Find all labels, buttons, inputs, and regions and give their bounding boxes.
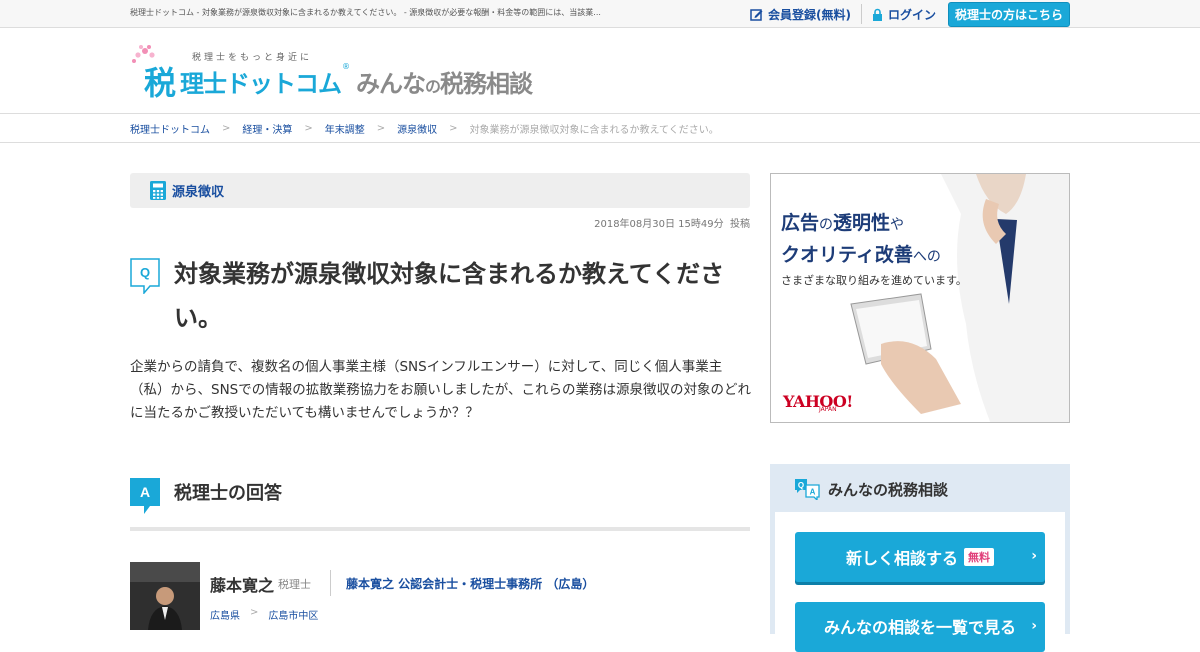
svg-text:A: A — [810, 488, 816, 497]
ad-text: や — [890, 217, 905, 233]
ad-text: の — [819, 217, 834, 233]
ad-headline-2: クオリティ改善への — [781, 240, 941, 267]
ad-headline-1: 広告の透明性や — [781, 208, 904, 235]
logo-subtitle: みんなの税務相談 — [356, 64, 533, 99]
yahoo-logo-sub: JAPAN — [819, 406, 837, 413]
question-badge: Q — [130, 258, 160, 296]
advisor-location: 広島県 > 広島市中区 — [210, 607, 318, 622]
consultation-box-title: みんなの税務相談 — [828, 480, 949, 499]
new-consultation-label: 新しく相談する — [845, 549, 958, 568]
view-consultations-button[interactable]: みんなの相談を一覧で見る › — [795, 602, 1045, 652]
breadcrumb-current: 対象業務が源泉徴収対象に含まれるか教えてください。 — [469, 124, 719, 136]
answer-badge-icon: A — [130, 478, 160, 514]
question-badge-icon: Q — [130, 258, 160, 296]
breadcrumb-item-withholding[interactable]: 源泉徴収 — [397, 121, 437, 136]
location-city-link[interactable]: 広島市中区 — [268, 607, 318, 622]
chevron-right-icon: > — [222, 122, 231, 134]
post-date: 2018年08月30日 15時49分 投稿 — [130, 215, 750, 230]
ad-banner[interactable]: 広告の透明性や クオリティ改善への さまざまな取り組みを進めています。 YAHO… — [770, 173, 1070, 423]
ad-text: クオリティ改善 — [781, 244, 913, 266]
advisor-office-link[interactable]: 藤本寛之 公認会計士・税理士事務所 （広島） — [346, 575, 594, 592]
register-label: 会員登録(無料) — [767, 7, 851, 22]
logo-registered: ® — [342, 62, 350, 71]
post-label: 投稿 — [730, 219, 750, 230]
answer-heading: 税理士の回答 — [174, 483, 282, 504]
answer-badge: A — [130, 478, 160, 514]
login-link[interactable]: ログイン — [862, 4, 946, 24]
advisor-avatar[interactable] — [130, 562, 200, 630]
location-prefecture-link[interactable]: 広島県 — [210, 607, 240, 622]
edit-icon — [750, 8, 763, 21]
free-badge: 無料 — [964, 548, 994, 566]
logo-sub-no: の — [425, 77, 441, 96]
answer-badge-letter: A — [140, 484, 150, 500]
login-label: ログイン — [887, 7, 936, 22]
question-badge-letter: Q — [140, 265, 150, 280]
logo-tagline: 税理士をもっと身近に — [192, 53, 313, 63]
new-consultation-button[interactable]: 新しく相談する 無料 › — [795, 532, 1045, 582]
site-logo[interactable]: 税理士をもっと身近に 税 理士ドットコム ® みんなの税務相談 — [130, 42, 570, 102]
consultation-box-header: Q A みんなの税務相談 — [794, 478, 948, 500]
site-tagline: 税理士ドットコム - 対象業務が源泉徴収対象に含まれるか教えてください。 - 源… — [130, 8, 601, 17]
svg-text:Q: Q — [798, 481, 804, 490]
logo-sub-a: みんな — [356, 70, 426, 98]
logo-sub-b: 税務相談 — [440, 70, 533, 98]
calculator-icon — [150, 181, 166, 200]
advisor-photo — [130, 562, 200, 630]
chevron-right-icon: › — [1031, 548, 1037, 564]
tax-pro-button[interactable]: 税理士の方はこちら — [947, 1, 1070, 27]
top-bar: 税理士ドットコム - 対象業務が源泉徴収対象に含まれるか教えてください。 - 源… — [0, 0, 1200, 28]
post-date-value: 2018年08月30日 15時49分 — [594, 219, 724, 230]
category-link[interactable]: 源泉徴収 — [172, 181, 224, 200]
ad-text: への — [912, 249, 941, 265]
breadcrumb: 税理士ドットコム > 経理・決算 > 年末調整 > 源泉徴収 > 対象業務が源泉… — [130, 114, 719, 142]
chevron-right-icon: > — [376, 122, 386, 134]
ad-subtext: さまざまな取り組みを進めています。 — [781, 274, 967, 287]
breadcrumb-item-year-end[interactable]: 年末調整 — [325, 121, 365, 136]
ad-text: 広告 — [781, 212, 820, 234]
qa-icon: Q A — [795, 479, 820, 500]
question-body: 企業からの請負で、複数名の個人事業主様（SNSインフルエンサー）に対して、同じく… — [130, 359, 751, 421]
breadcrumb-item-home[interactable]: 税理士ドットコム — [130, 121, 210, 136]
ad-text: 透明性 — [833, 212, 891, 234]
question-title: 対象業務が源泉徴収対象に含まれるか教えてください。 — [174, 260, 725, 332]
divider — [330, 570, 331, 596]
chevron-right-icon: > — [449, 122, 458, 134]
logo-name: 理士ドットコム — [180, 70, 342, 98]
answer-divider — [130, 527, 750, 531]
chevron-right-icon: › — [1031, 618, 1037, 634]
yahoo-logo: YAHOO! — [783, 392, 853, 411]
logo-zei: 税 — [144, 64, 177, 102]
chevron-right-icon: > — [304, 122, 313, 134]
consultation-box: Q A みんなの税務相談 新しく相談する 無料 › みんなの相談を一覧で見る › — [770, 464, 1070, 652]
breadcrumb-item-accounting[interactable]: 経理・決算 — [242, 121, 292, 136]
lock-icon — [872, 8, 882, 21]
register-link[interactable]: 会員登録(無料) — [740, 4, 862, 24]
advisor-role: 税理士 — [278, 578, 311, 591]
view-consultations-label: みんなの相談を一覧で見る — [823, 618, 1016, 637]
advisor-name[interactable]: 藤本寛之 — [210, 572, 274, 596]
top-links: 会員登録(無料) ログイン 税理士の方はこちら — [740, 1, 1070, 27]
chevron-right-icon: > — [250, 607, 259, 618]
divider — [0, 142, 1200, 143]
category-header: 源泉徴収 — [130, 173, 750, 208]
site-header: 税理士をもっと身近に 税 理士ドットコム ® みんなの税務相談 — [0, 28, 1200, 114]
